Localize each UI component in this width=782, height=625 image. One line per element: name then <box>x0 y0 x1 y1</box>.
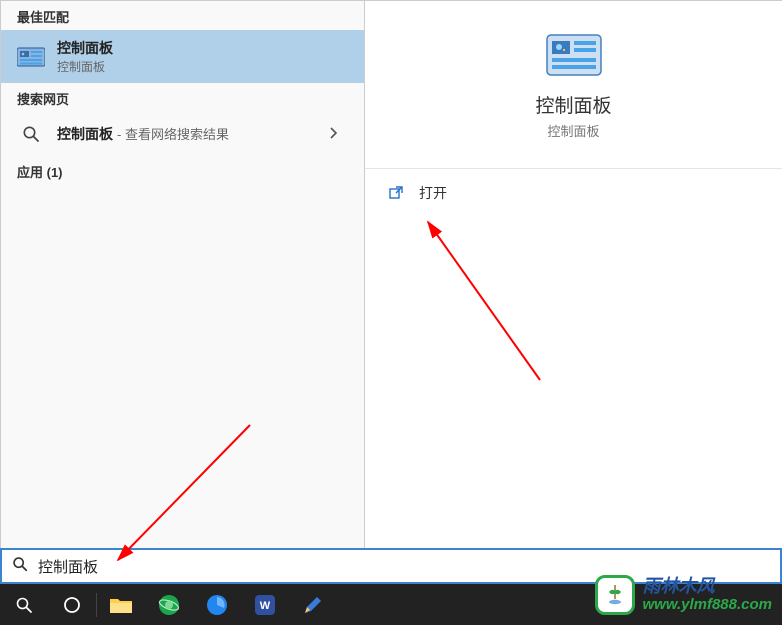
control-panel-icon <box>546 31 602 79</box>
taskbar-browser-green-icon[interactable] <box>145 584 193 625</box>
results-left-column: 最佳匹配 控制面板 控制面板 搜索网页 <box>1 1 365 548</box>
chevron-right-icon <box>330 127 348 142</box>
taskbar-browser-blue-icon[interactable] <box>193 584 241 625</box>
section-header-best-match: 最佳匹配 <box>1 1 364 30</box>
taskbar-pencil-icon[interactable] <box>289 584 337 625</box>
preview-subtitle: 控制面板 <box>375 121 772 140</box>
action-open[interactable]: 打开 <box>365 169 782 217</box>
search-icon <box>2 556 38 577</box>
taskbar-cortana-icon[interactable] <box>48 584 96 625</box>
result-title: 控制面板 <box>57 38 348 58</box>
taskbar: W <box>0 584 782 625</box>
web-result-suffix: - 查看网络搜索结果 <box>117 124 229 143</box>
taskbar-search-icon[interactable] <box>0 584 48 625</box>
search-results-panel: 最佳匹配 控制面板 控制面板 搜索网页 <box>0 0 782 548</box>
web-result-title: 控制面板 <box>57 124 113 144</box>
result-web-search[interactable]: 控制面板 - 查看网络搜索结果 <box>1 112 364 156</box>
result-control-panel[interactable]: 控制面板 控制面板 <box>1 30 364 83</box>
search-input[interactable] <box>38 558 780 575</box>
result-subtitle: 控制面板 <box>57 58 348 75</box>
control-panel-icon <box>17 43 45 71</box>
section-header-apps: 应用 (1) <box>1 156 364 185</box>
section-header-web: 搜索网页 <box>1 83 364 112</box>
search-icon <box>17 120 45 148</box>
search-input-bar[interactable] <box>0 548 782 584</box>
action-open-label: 打开 <box>419 183 447 203</box>
open-external-icon <box>387 184 405 202</box>
taskbar-wps-icon[interactable]: W <box>241 584 289 625</box>
svg-text:W: W <box>260 600 271 612</box>
taskbar-file-explorer-icon[interactable] <box>97 584 145 625</box>
preview-pane: 控制面板 控制面板 <box>365 1 782 169</box>
results-right-column: 控制面板 控制面板 打开 <box>365 1 782 548</box>
preview-title: 控制面板 <box>375 91 772 118</box>
